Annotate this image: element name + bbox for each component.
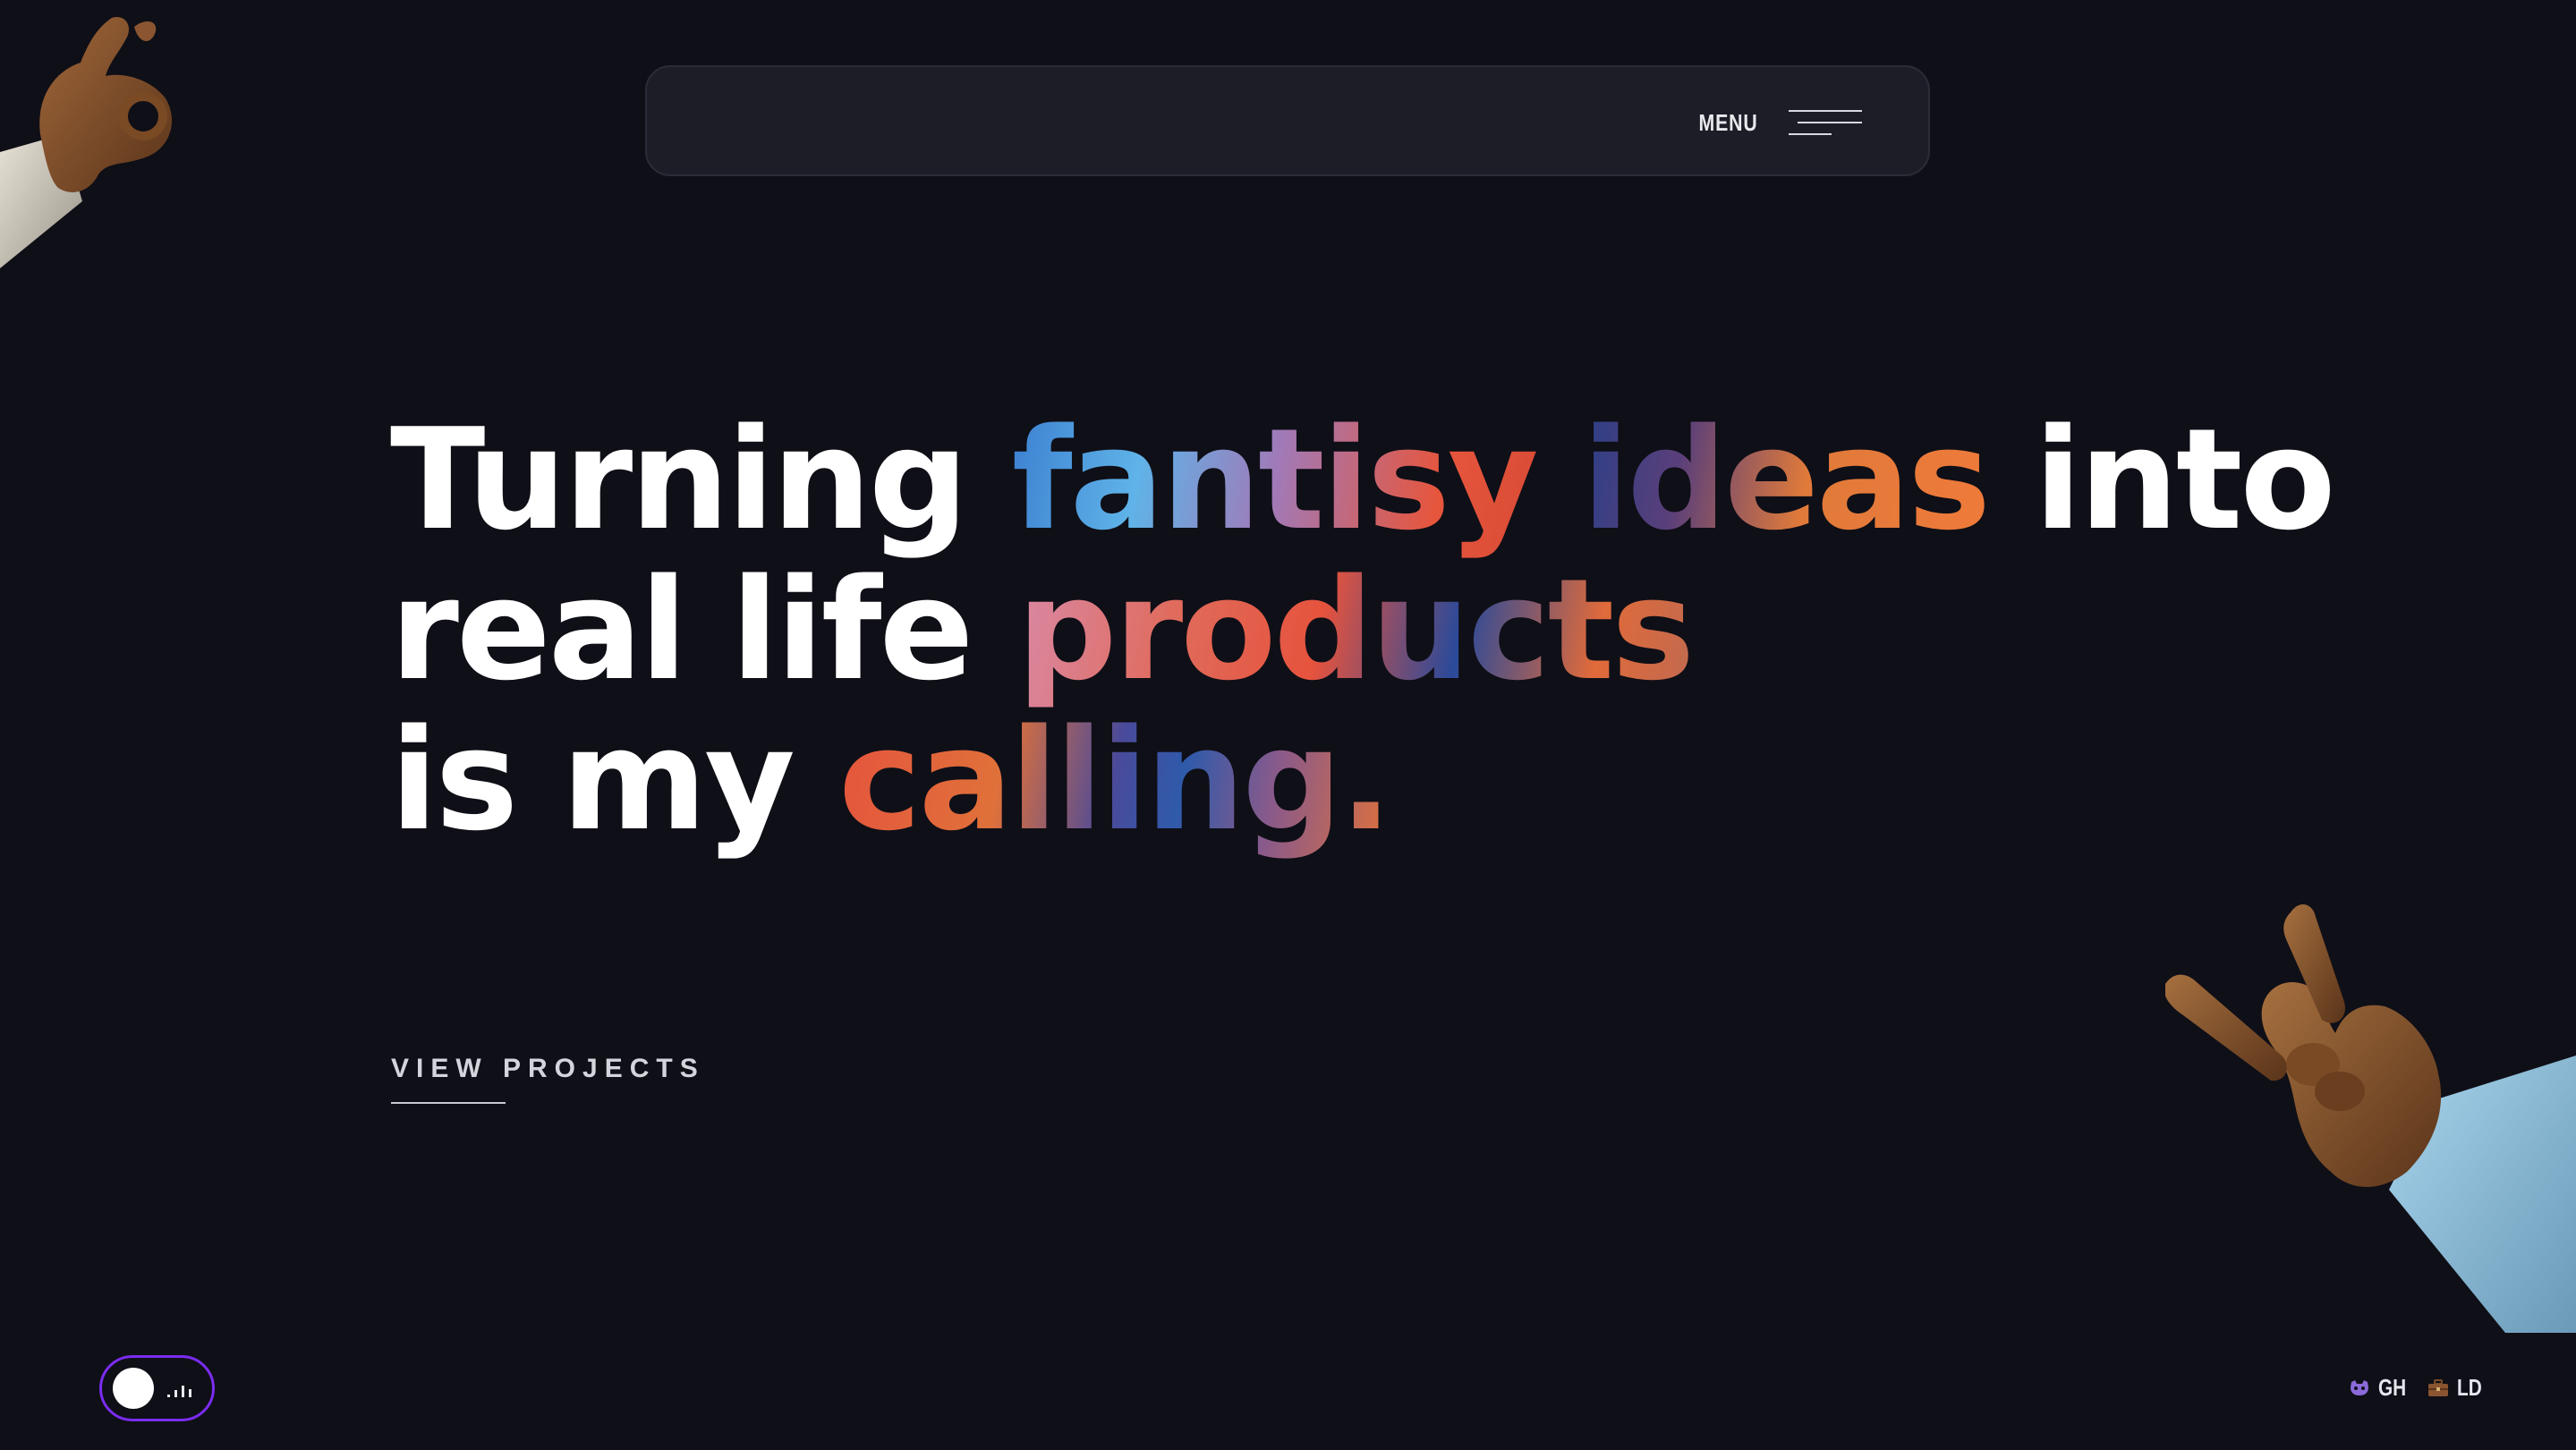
hero-word-ideas: ideas bbox=[1581, 398, 1991, 561]
hero-word-into: into bbox=[2034, 398, 2335, 561]
top-navbar: MENU bbox=[645, 65, 1930, 176]
hero-word-turning: Turning bbox=[390, 398, 969, 561]
github-label: GH bbox=[2378, 1374, 2407, 1401]
hero-word-fantisy: fantisy bbox=[1011, 398, 1539, 561]
linkedin-label: LD bbox=[2457, 1374, 2482, 1401]
menu-hamburger-icon bbox=[1789, 106, 1862, 139]
hero-line-3: is my calling. bbox=[390, 705, 2180, 855]
hero-word-real-life: real life bbox=[390, 548, 973, 711]
github-icon bbox=[2351, 1379, 2368, 1395]
toggle-knob bbox=[113, 1368, 154, 1409]
sound-toggle[interactable] bbox=[99, 1355, 215, 1421]
hero-headline: Turning fantisy ideas into real life pro… bbox=[390, 404, 2336, 855]
menu-label: MENU bbox=[1698, 108, 1758, 136]
view-projects-link[interactable]: VIEW PROJECTS bbox=[391, 1054, 705, 1084]
briefcase-icon bbox=[2428, 1378, 2448, 1396]
ok-hand-illustration bbox=[0, 17, 173, 268]
hero-word-calling: calling. bbox=[838, 699, 1392, 861]
menu-button[interactable]: MENU bbox=[1686, 103, 1862, 142]
github-link[interactable]: GH bbox=[2348, 1374, 2413, 1402]
linkedin-link[interactable]: LD bbox=[2427, 1374, 2488, 1402]
view-projects-underline bbox=[391, 1102, 506, 1104]
horns-hand-illustration bbox=[2165, 903, 2576, 1333]
hero-line-2: real life products bbox=[390, 555, 2180, 705]
hero-word-is-my: is my bbox=[390, 699, 795, 861]
hero-line-1: Turning fantisy ideas into bbox=[390, 404, 2336, 555]
sound-bars-icon bbox=[167, 1379, 194, 1397]
hero-word-products: products bbox=[1016, 548, 1695, 711]
